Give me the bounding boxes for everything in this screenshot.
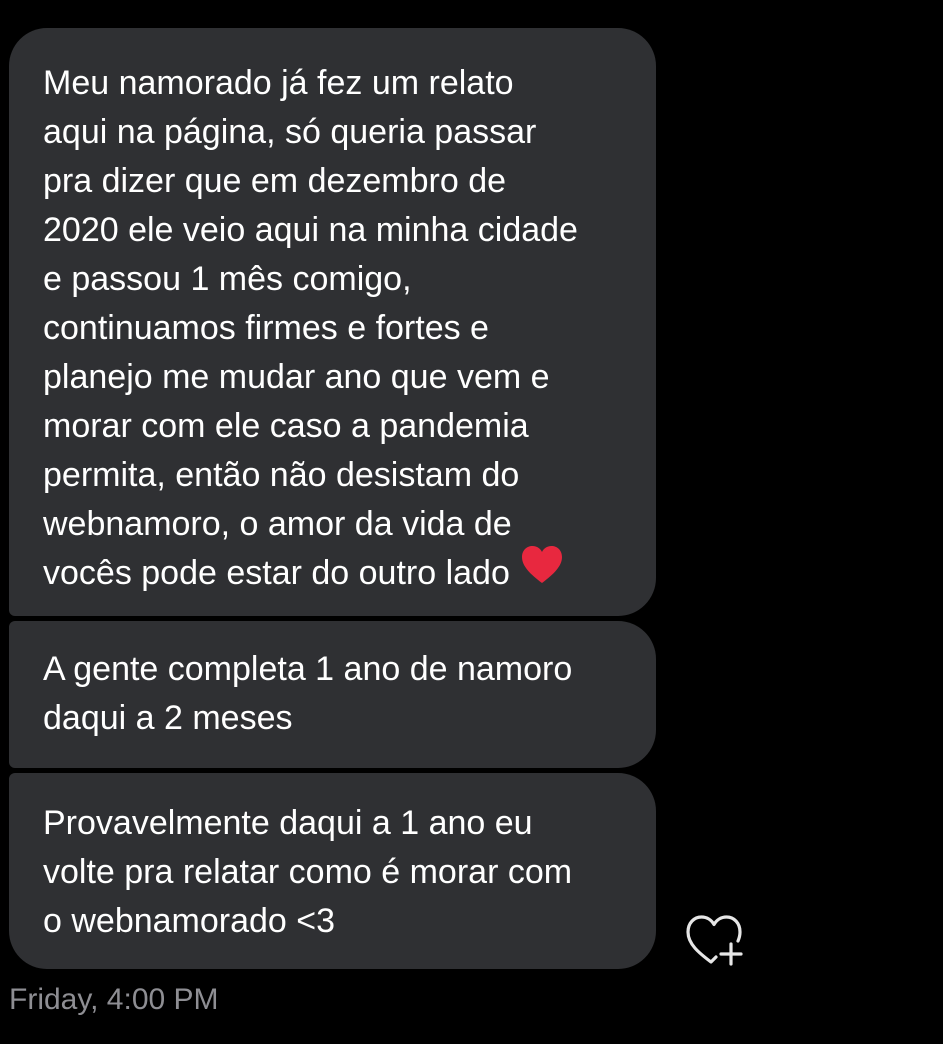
- message-line: o webnamorado <3: [43, 902, 336, 940]
- message-line-last: vocês pode estar do outro lado: [43, 546, 632, 598]
- heart-plus-icon: [686, 915, 743, 966]
- message-line: aqui na página, só queria passar: [43, 113, 537, 151]
- message-bubble[interactable]: Meu namorado já fez um relato aqui na pá…: [9, 28, 656, 616]
- message-timestamp: Friday, 4:00 PM: [9, 983, 219, 1016]
- message-line: permita, então não desistam do: [43, 456, 520, 494]
- message-line: daqui a 2 meses: [43, 699, 293, 737]
- red-heart-icon: [520, 545, 564, 599]
- message-bubble[interactable]: Provavelmente daqui a 1 ano eu volte pra…: [9, 773, 656, 969]
- message-line: A gente completa 1 ano de namoro: [43, 650, 573, 688]
- message-line: 2020 ele veio aqui na minha cidade: [43, 211, 578, 249]
- message-line: Meu namorado já fez um relato: [43, 64, 514, 102]
- react-button[interactable]: [684, 910, 744, 966]
- message-thread: Meu namorado já fez um relato aqui na pá…: [0, 0, 943, 1044]
- message-line-text: vocês pode estar do outro lado: [43, 554, 510, 592]
- message-bubble[interactable]: A gente completa 1 ano de namoro daqui a…: [9, 621, 656, 768]
- message-line: morar com ele caso a pandemia: [43, 407, 529, 445]
- message-line: webnamoro, o amor da vida de: [43, 505, 512, 543]
- message-line: continuamos firmes e fortes e: [43, 309, 489, 347]
- message-line: volte pra relatar como é morar com: [43, 853, 573, 891]
- message-line: e passou 1 mês comigo,: [43, 260, 412, 298]
- message-line: planejo me mudar ano que vem e: [43, 358, 550, 396]
- message-line: Provavelmente daqui a 1 ano eu: [43, 804, 533, 842]
- message-line: pra dizer que em dezembro de: [43, 162, 507, 200]
